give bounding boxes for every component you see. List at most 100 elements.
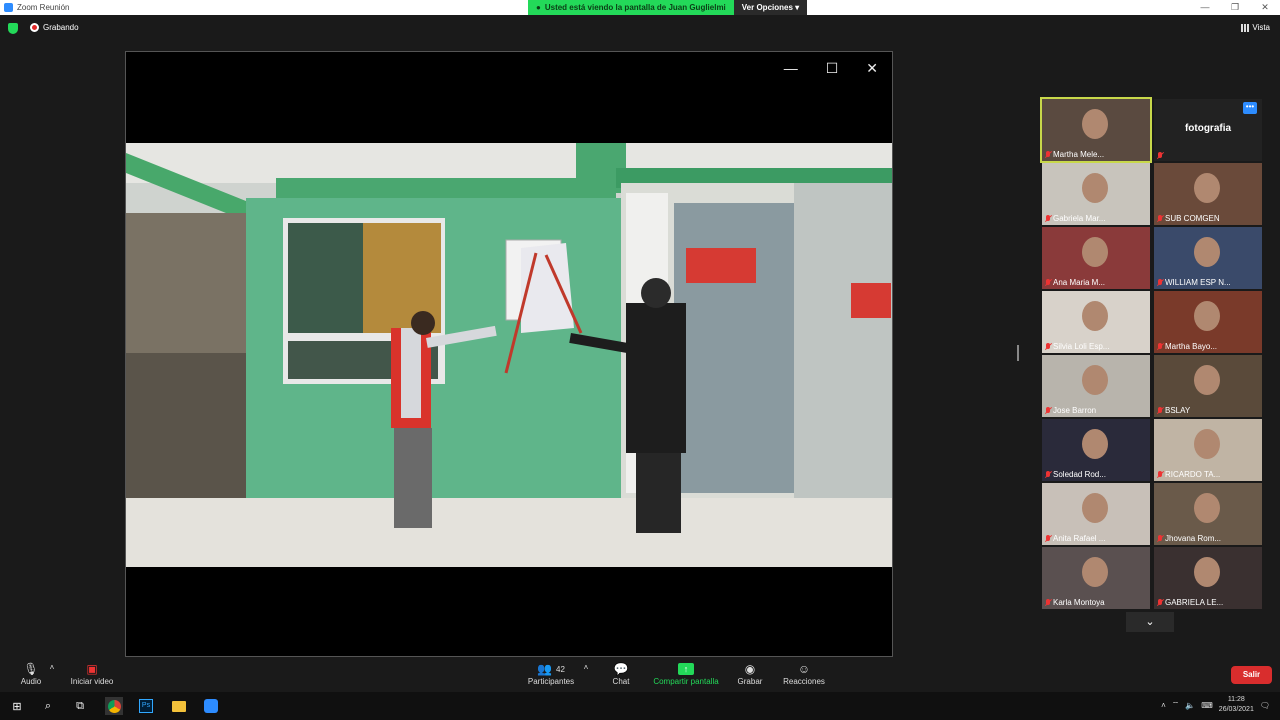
- participant-name-label: Jose Barron: [1045, 406, 1096, 415]
- file-explorer-icon[interactable]: [170, 697, 188, 715]
- zoom-taskbar-icon[interactable]: [202, 697, 220, 715]
- muted-mic-icon: [1045, 535, 1051, 542]
- chevron-up-icon: ˄: [49, 663, 55, 672]
- participant-tile[interactable]: BSLAY: [1154, 355, 1262, 417]
- participant-face: [1082, 429, 1108, 459]
- leave-button[interactable]: Salir: [1231, 666, 1272, 684]
- close-window-icon[interactable]: ✕: [1250, 0, 1280, 15]
- participants-options-chevron[interactable]: ˄: [582, 663, 590, 672]
- participant-tile[interactable]: SUB COMGEN: [1154, 163, 1262, 225]
- participant-tile[interactable]: WILLIAM ESP N...: [1154, 227, 1262, 289]
- participant-name-label: Jhovana Rom...: [1157, 534, 1221, 543]
- windows-start-icon[interactable]: ⊞: [8, 697, 26, 715]
- participant-name-label: BSLAY: [1157, 406, 1190, 415]
- notification-icon[interactable]: 🗨: [1260, 701, 1270, 710]
- chat-label: Chat: [612, 677, 630, 686]
- participant-face: [1082, 365, 1108, 395]
- recording-indicator[interactable]: Grabando: [30, 23, 79, 32]
- chat-button[interactable]: 💬 Chat: [608, 661, 634, 686]
- participant-tile[interactable]: GABRIELA LE...: [1154, 547, 1262, 609]
- participant-name-label: SUB COMGEN: [1157, 214, 1220, 223]
- volume-icon[interactable]: 🔈: [1185, 701, 1195, 710]
- window-controls: — ❐ ✕: [1190, 0, 1280, 15]
- sharing-notice: ● Usted está viendo la pantalla de Juan …: [528, 0, 734, 15]
- participant-tile[interactable]: Soledad Rod...: [1042, 419, 1150, 481]
- muted-mic-icon: [1157, 407, 1163, 414]
- participant-name-label: WILLIAM ESP N...: [1157, 278, 1231, 287]
- os-taskbar: ⊞ ⌕ ⧉ Ps ˄ ⌔ 🔈 ⌨ 11:28 26/03/2021 🗨: [0, 692, 1280, 720]
- photoshop-icon[interactable]: Ps: [137, 697, 155, 715]
- record-label: Grabar: [737, 677, 763, 686]
- participant-tile[interactable]: Silvia Loli Esp...: [1042, 291, 1150, 353]
- clock[interactable]: 11:28 26/03/2021: [1219, 695, 1254, 715]
- participant-name: Silvia Loli Esp...: [1053, 342, 1110, 351]
- network-icon[interactable]: ⌔: [1172, 700, 1180, 710]
- task-view-icon[interactable]: ⧉: [71, 697, 89, 715]
- participant-name: Gabriela Mar...: [1053, 214, 1106, 223]
- participant-tile[interactable]: Martha Mele...: [1040, 97, 1152, 163]
- participant-face: [1194, 493, 1220, 523]
- shared-screen[interactable]: — ☐ ✕: [125, 51, 893, 657]
- participant-face: [1194, 301, 1220, 331]
- meeting-toolbar: 🎙 Audio ˄ ▣ Iniciar video 👥 42 Participa…: [0, 657, 1280, 692]
- chevron-down-icon: ▾: [795, 3, 800, 12]
- panel-resize-handle[interactable]: [1017, 345, 1019, 361]
- encryption-shield-icon[interactable]: [8, 23, 18, 34]
- start-video-button[interactable]: ▣ Iniciar video: [68, 661, 116, 686]
- participant-tile[interactable]: Jose Barron: [1042, 355, 1150, 417]
- muted-mic-icon: [1045, 279, 1051, 286]
- search-icon[interactable]: ⌕: [39, 697, 57, 715]
- participant-tile[interactable]: Martha Bayo...: [1154, 291, 1262, 353]
- participant-name-label: Martha Mele...: [1045, 150, 1104, 159]
- close-icon[interactable]: ✕: [866, 60, 878, 77]
- window-title: Zoom Reunión: [17, 3, 70, 12]
- sharing-notice-text: Usted está viendo la pantalla de Juan Gu…: [544, 3, 726, 12]
- muted-mic-icon: [1045, 407, 1051, 414]
- minimize-icon[interactable]: —: [1190, 0, 1220, 15]
- view-label: Vista: [1252, 23, 1270, 32]
- minimize-icon[interactable]: —: [784, 60, 798, 77]
- participant-tile[interactable]: Jhovana Rom...: [1154, 483, 1262, 545]
- participant-name-label: Anita Rafael ...: [1045, 534, 1105, 543]
- shield-check-icon: ●: [536, 3, 541, 12]
- participant-name-label: Silvia Loli Esp...: [1045, 342, 1109, 351]
- scroll-down-button[interactable]: ⌄: [1126, 612, 1174, 632]
- restore-icon[interactable]: ❐: [1220, 0, 1250, 15]
- reactions-button[interactable]: ☺ Reacciones: [782, 661, 826, 686]
- participant-tile[interactable]: Karla Montoya: [1042, 547, 1150, 609]
- participant-face: [1082, 109, 1108, 139]
- tray-chevron-up-icon[interactable]: ˄: [1161, 701, 1166, 710]
- participants-count: 42: [556, 664, 565, 674]
- participant-name-label: RICARDO TA...: [1157, 470, 1220, 479]
- record-button[interactable]: ◉ Grabar: [736, 661, 764, 686]
- participant-tile[interactable]: Anita Rafael ...: [1042, 483, 1150, 545]
- record-icon: ◉: [744, 662, 756, 676]
- share-screen-button[interactable]: ↑ Compartir pantalla: [650, 661, 722, 686]
- recording-label: Grabando: [43, 23, 79, 32]
- chrome-icon[interactable]: [105, 697, 123, 715]
- participant-tile[interactable]: Ana Maria M...: [1042, 227, 1150, 289]
- maximize-icon[interactable]: ☐: [826, 60, 839, 77]
- participant-name-label: GABRIELA LE...: [1157, 598, 1223, 607]
- audio-options-chevron[interactable]: ˄: [48, 663, 56, 672]
- muted-mic-icon: [1045, 343, 1051, 350]
- participant-tile[interactable]: RICARDO TA...: [1154, 419, 1262, 481]
- shared-window-controls: — ☐ ✕: [784, 60, 878, 77]
- participant-name: SUB COMGEN: [1165, 214, 1220, 223]
- reactions-label: Reacciones: [783, 677, 825, 686]
- muted-mic-icon: [1045, 471, 1051, 478]
- participant-name: WILLIAM ESP N...: [1165, 278, 1231, 287]
- recording-dot-icon: [30, 23, 39, 32]
- more-options-icon[interactable]: •••: [1243, 102, 1257, 114]
- grid-view-icon: [1241, 23, 1250, 32]
- participant-tile[interactable]: Gabriela Mar...: [1042, 163, 1150, 225]
- participants-button[interactable]: 👥 42 Participantes: [525, 661, 577, 686]
- view-button[interactable]: Vista: [1241, 23, 1270, 32]
- participant-name: RICARDO TA...: [1165, 470, 1221, 479]
- language-icon[interactable]: ⌨: [1201, 701, 1213, 710]
- muted-mic-icon: [1157, 535, 1163, 542]
- view-options-button[interactable]: Ver Opciones ▾: [733, 0, 808, 15]
- audio-button[interactable]: 🎙 Audio: [18, 661, 44, 686]
- participant-display-name: fotografia: [1184, 123, 1232, 134]
- audio-label: Audio: [20, 677, 42, 686]
